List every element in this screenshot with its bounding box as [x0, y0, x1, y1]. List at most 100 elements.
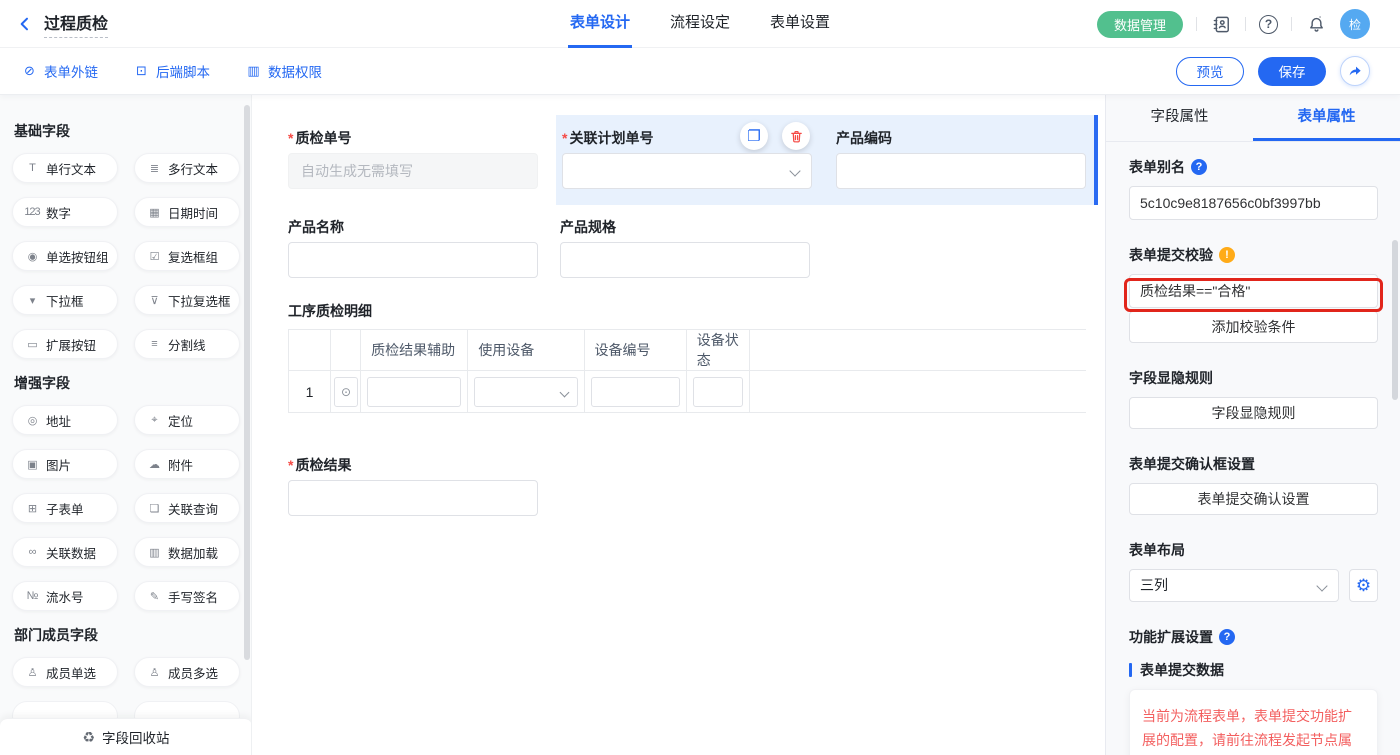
divider — [1196, 17, 1197, 31]
product-spec-label: 产品规格 — [560, 217, 616, 237]
field-type-label: 数据加载 — [168, 543, 218, 562]
panel-scrollbar-thumb[interactable] — [1392, 240, 1398, 400]
field-type-pill[interactable]: ❏关联查询 — [134, 493, 240, 523]
product-name-label: 产品名称 — [288, 217, 344, 237]
field-type-pill[interactable]: ⌖定位 — [134, 405, 240, 435]
multi-text-icon: ≣ — [146, 162, 162, 175]
subform-column-header: 使用设备 — [468, 330, 584, 371]
copy-icon: ❐ — [747, 127, 760, 145]
field-type-pill[interactable]: T 单行文本 — [12, 153, 118, 183]
toolbar-link[interactable]: ⊡后端脚本 — [134, 61, 210, 81]
field-type-pill[interactable]: ▭扩展按钮 — [12, 329, 118, 359]
delete-field-button[interactable] — [782, 122, 810, 150]
product-spec-input[interactable] — [560, 242, 810, 278]
submit-validation-label: 表单提交校验 — [1129, 245, 1213, 265]
field-type-label: 单行文本 — [46, 159, 96, 178]
subform-column-header — [749, 330, 1086, 371]
plan-no-select[interactable] — [562, 153, 812, 189]
field-type-label: 手写签名 — [168, 587, 218, 606]
help-badge-icon[interactable]: ? — [1191, 159, 1207, 175]
tab-field-properties[interactable]: 字段属性 — [1106, 95, 1253, 141]
subform-cell-input[interactable] — [367, 377, 461, 407]
field-type-pill[interactable]: ◉单选按钮组 — [12, 241, 118, 271]
field-type-label: 分割线 — [168, 335, 206, 354]
toolbar-link-label: 表单外链 — [44, 61, 98, 81]
subform-cell-input[interactable] — [693, 377, 743, 407]
subform-cell-input[interactable] — [591, 377, 680, 407]
plan-no-label: 关联计划单号 — [562, 128, 653, 148]
selection-accent-bar — [1094, 115, 1098, 205]
copy-field-button[interactable]: ❐ — [740, 122, 768, 150]
subform-cell-rownum: 1 — [289, 371, 331, 413]
help-icon[interactable]: ? — [1259, 15, 1278, 34]
field-type-pill[interactable]: ▥ 数据加载 — [134, 537, 240, 567]
field-type-pill[interactable]: ☑复选框组 — [134, 241, 240, 271]
single-text-icon: T — [24, 162, 40, 174]
bell-icon[interactable] — [1305, 13, 1327, 35]
user-avatar[interactable]: 检 — [1340, 9, 1370, 39]
field-type-pill[interactable]: ▾下拉框 — [12, 285, 118, 315]
field-visibility-button[interactable]: 字段显隐规则 — [1129, 397, 1378, 429]
section-accent-bar — [1129, 663, 1132, 677]
toolbar-link[interactable]: ▥数据权限 — [246, 61, 322, 81]
header-tab-item[interactable]: 表单设置 — [768, 0, 832, 48]
header-tab-item[interactable]: 流程设定 — [668, 0, 732, 48]
field-type-pill[interactable]: ▣图片 — [12, 449, 118, 479]
field-type-pill[interactable]: ⊽下拉复选框 — [134, 285, 240, 315]
field-type-label: 地址 — [46, 411, 71, 430]
data-load-icon: ▥ — [146, 546, 162, 559]
page-title[interactable]: 过程质检 — [44, 10, 108, 38]
data-manage-button[interactable]: 数据管理 — [1097, 11, 1183, 38]
field-type-pill[interactable]: ✎手写签名 — [134, 581, 240, 611]
field-group-title: 增强字段 — [14, 373, 239, 393]
field-recycle-bar[interactable]: ♻ 字段回收站 — [0, 718, 252, 755]
qc-result-input[interactable] — [288, 480, 538, 516]
field-type-pill[interactable]: ≡分割线 — [134, 329, 240, 359]
field-group-grid: ◎地址 ⌖定位 ▣图片 ☁附件 ⊞子表单 ❏关联查询 ∞关联数据 ▥ 数据加载 №流水号 ✎手写签名 — [12, 405, 239, 611]
field-type-pill[interactable]: ☁附件 — [134, 449, 240, 479]
tab-form-properties[interactable]: 表单属性 — [1253, 95, 1400, 141]
field-type-pill[interactable]: ≣多行文本 — [134, 153, 240, 183]
field-type-pill[interactable]: 123数字 — [12, 197, 118, 227]
toolbar-links: ⊘表单外链 ⊡后端脚本 ▥数据权限 — [0, 61, 322, 81]
help-badge-icon[interactable]: ? — [1219, 629, 1235, 645]
product-name-input[interactable] — [288, 242, 538, 278]
layout-gear-button[interactable]: ⚙ — [1349, 569, 1378, 602]
field-type-pill[interactable]: ♙成员多选 — [134, 657, 240, 687]
form-alias-input[interactable]: 5c10c9e8187656c0bf3997bb — [1129, 186, 1378, 220]
save-button[interactable]: 保存 — [1258, 57, 1326, 86]
validation-condition-box[interactable]: 质检结果=="合格" — [1129, 274, 1378, 308]
header-tab-active[interactable]: 表单设计 — [568, 0, 632, 48]
subform-title: 工序质检明细 — [288, 301, 372, 321]
product-code-input[interactable] — [836, 153, 1086, 189]
sidebar-scrollbar-thumb[interactable] — [244, 105, 250, 660]
selected-field-block[interactable]: 关联计划单号 ❐ 产品编码 — [556, 115, 1098, 205]
share-button[interactable] — [1340, 56, 1370, 86]
add-validation-button[interactable]: 添加校验条件 — [1129, 311, 1378, 343]
subform-row: 1⊙ — [289, 371, 1087, 413]
field-type-pill[interactable]: ∞关联数据 — [12, 537, 118, 567]
field-type-pill[interactable]: ♙成员单选 — [12, 657, 118, 687]
submit-confirm-button[interactable]: 表单提交确认设置 — [1129, 483, 1378, 515]
warning-icon: ! — [1219, 247, 1235, 263]
contacts-icon[interactable] — [1210, 13, 1232, 35]
share-arrow-icon — [1347, 63, 1363, 79]
select-icon: ▾ — [24, 294, 40, 307]
field-type-label: 附件 — [168, 455, 193, 474]
field-type-pill[interactable]: ◎地址 — [12, 405, 118, 435]
subform-cell-select[interactable] — [474, 377, 577, 407]
field-type-pill[interactable]: ⊞子表单 — [12, 493, 118, 523]
product-code-label: 产品编码 — [836, 128, 892, 148]
qc-no-input[interactable]: 自动生成无需填写 — [288, 153, 538, 189]
flow-form-notice: 当前为流程表单，表单提交功能扩展的配置，请前往流程发起节点属性 — [1129, 689, 1378, 755]
field-type-pill[interactable]: №流水号 — [12, 581, 118, 611]
preview-button[interactable]: 预览 — [1176, 57, 1244, 86]
field-type-pill[interactable]: ▦日期时间 — [134, 197, 240, 227]
toolbar-link-label: 后端脚本 — [156, 61, 210, 81]
row-select-radio[interactable]: ⊙ — [334, 377, 358, 407]
form-layout-select[interactable]: 三列 — [1129, 569, 1339, 602]
back-button[interactable] — [14, 13, 36, 35]
toolbar-link[interactable]: ⊘表单外链 — [22, 61, 98, 81]
field-type-label: 定位 — [168, 411, 193, 430]
field-type-label: 成员单选 — [46, 663, 96, 682]
